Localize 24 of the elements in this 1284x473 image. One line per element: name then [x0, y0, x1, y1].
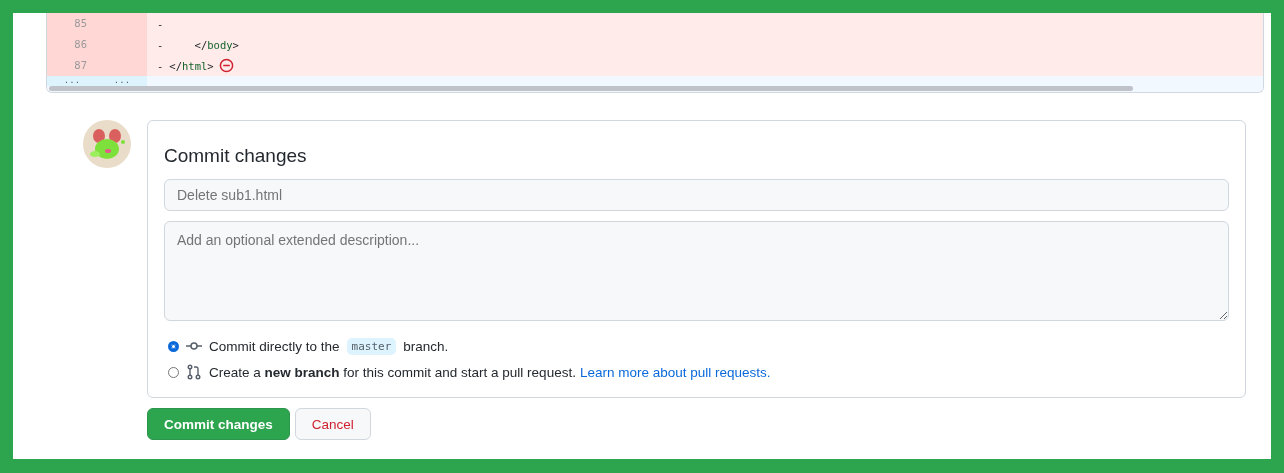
option-label: branch. [403, 338, 449, 354]
pull-request-icon [186, 364, 202, 380]
radio-button[interactable] [168, 340, 179, 352]
option-label: Commit directly to the [209, 338, 340, 354]
learn-more-link[interactable]: Learn more about pull requests. [579, 364, 771, 380]
diff-marker: - [157, 17, 164, 30]
scrollbar-thumb[interactable] [49, 86, 1133, 91]
line-number: 85 [47, 13, 97, 34]
commit-button[interactable]: Commit changes [147, 408, 290, 440]
expand-marker[interactable]: ... [97, 76, 147, 86]
summary-field[interactable]: Delete sub1.html [164, 179, 1229, 211]
line-number: 86 [47, 34, 97, 55]
no-newline-icon [218, 58, 234, 73]
panel-title: Commit changes [164, 145, 308, 167]
line-number: 87 [47, 55, 97, 76]
option-label: Create a new branch for this commit and start a pull request. [209, 364, 576, 380]
description-field[interactable]: Add an optional extended description... [164, 221, 1229, 321]
branch-name: master [346, 337, 397, 355]
expand-marker[interactable]: ... [47, 76, 97, 86]
diff-marker: - [157, 38, 164, 51]
code-text: </html> [169, 59, 214, 72]
diff-marker: - [157, 59, 164, 72]
cancel-button[interactable]: Cancel [294, 408, 371, 440]
code-text: </body> [193, 38, 239, 51]
